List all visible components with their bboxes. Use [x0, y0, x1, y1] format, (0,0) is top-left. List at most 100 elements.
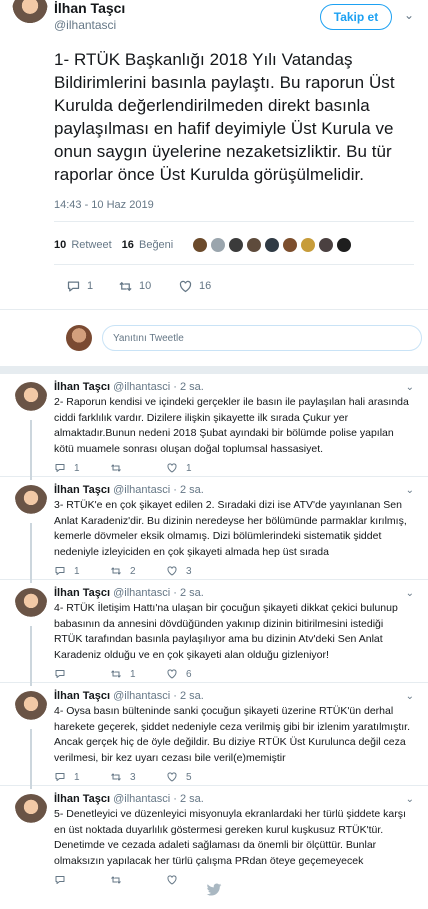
reply-button[interactable]: 1 — [66, 279, 118, 294]
tweet-text: 4- RTÜK İletişim Hattı'na ulaşan bir çoc… — [54, 602, 398, 661]
author-name[interactable]: İlhan Taşcı — [54, 484, 110, 496]
tweet-text: 2- Raporun kendisi ve içindeki gerçekler… — [54, 396, 409, 455]
chevron-down-icon[interactable]: ⌄ — [406, 485, 414, 496]
chevron-down-icon[interactable]: ⌄ — [406, 382, 414, 393]
reply-button[interactable]: 1 — [54, 462, 110, 474]
thread-tweet[interactable]: İlhan Taşcı @ilhantasci · 2 sa. ⌄ 5- Den… — [0, 786, 428, 888]
tweet-text: 4- Oysa basın bülteninde sanki çocuğun ş… — [54, 705, 410, 764]
avatar[interactable] — [14, 794, 48, 828]
retweet-button[interactable]: 1 — [110, 668, 166, 680]
divider — [0, 366, 428, 374]
thread-replies: İlhan Taşcı @ilhantasci · 2 sa. ⌄ 2- Rap… — [0, 374, 428, 888]
avatar[interactable] — [14, 691, 48, 725]
author-handle[interactable]: @ilhantasci — [113, 690, 170, 702]
retweet-button[interactable] — [110, 462, 166, 474]
thread-tweet[interactable]: İlhan Taşcı @ilhantasci · 2 sa. ⌄ 2- Rap… — [0, 374, 428, 480]
retweet-icon — [111, 464, 121, 472]
thread-tweet[interactable]: İlhan Taşcı @ilhantasci · 2 sa. ⌄ 4- RTÜ… — [0, 580, 428, 686]
author-name[interactable]: İlhan Taşcı — [54, 690, 110, 702]
reply-button[interactable]: 1 — [54, 771, 110, 783]
avatar[interactable] — [12, 0, 48, 28]
avatar[interactable] — [265, 238, 280, 252]
main-tweet-actions: 1 10 16 — [66, 271, 428, 301]
like-icon — [167, 463, 177, 473]
author-handle[interactable]: @ilhantasci — [113, 587, 170, 599]
tweet-timestamp[interactable]: 14:43 - 10 Haz 2019 — [54, 199, 428, 211]
avatar[interactable] — [14, 382, 48, 416]
reply-button[interactable]: 1 — [54, 565, 110, 577]
thread-tweet-header: İlhan Taşcı @ilhantasci · 2 sa. — [54, 586, 414, 600]
reply-icon — [55, 773, 65, 781]
follow-button[interactable]: Takip et — [320, 4, 392, 30]
retweet-icon — [119, 281, 132, 291]
like-stat[interactable]: 16 Beğeni — [122, 239, 174, 251]
chevron-down-icon[interactable]: ⌄ — [406, 794, 414, 805]
thread-tweet-header: İlhan Taşcı @ilhantasci · 2 sa. — [54, 380, 414, 394]
divider — [54, 264, 414, 265]
tweet-time[interactable]: 2 sa. — [180, 484, 204, 496]
author-handle[interactable]: @ilhantasci — [113, 381, 170, 393]
avatar[interactable] — [247, 238, 262, 252]
engagement-stats: 10 Retweet 16 Beğeni — [54, 230, 428, 260]
like-icon — [167, 669, 177, 679]
separator: · — [173, 381, 177, 393]
avatar[interactable] — [337, 238, 352, 252]
avatar[interactable] — [229, 238, 244, 252]
tweet-actions: 1 3 5 — [54, 770, 414, 784]
like-icon — [167, 772, 177, 782]
main-tweet-header: İlhan Taşcı @ilhantasci Takip et ⌄ — [0, 0, 428, 40]
separator: · — [173, 690, 177, 702]
retweet-stat[interactable]: 10 Retweet — [54, 239, 112, 251]
like-button[interactable]: 5 — [166, 771, 222, 783]
retweet-button[interactable]: 2 — [110, 565, 166, 577]
separator: · — [173, 793, 177, 805]
reply-icon — [55, 464, 65, 472]
tweet-actions: 1 6 — [54, 667, 414, 681]
reply-icon — [67, 281, 80, 291]
avatar[interactable] — [301, 238, 316, 252]
tweet-time[interactable]: 2 sa. — [180, 793, 204, 805]
avatar[interactable] — [283, 238, 298, 252]
like-button[interactable]: 16 — [178, 279, 230, 294]
avatar[interactable] — [14, 485, 48, 519]
thread-line — [30, 420, 32, 480]
tweet-actions: 1 1 — [54, 461, 414, 475]
chevron-down-icon[interactable]: ⌄ — [406, 588, 414, 599]
avatar[interactable] — [319, 238, 334, 252]
author-handle[interactable]: @ilhantasci — [113, 793, 170, 805]
thread-tweet[interactable]: İlhan Taşcı @ilhantasci · 2 sa. ⌄ 4- Oys… — [0, 683, 428, 789]
author-name[interactable]: İlhan Taşcı — [54, 793, 110, 805]
tweet-text: 3- RTÜK'e en çok şikayet edilen 2. Sırad… — [54, 499, 407, 558]
chevron-down-icon[interactable]: ⌄ — [406, 691, 414, 702]
author-handle[interactable]: @ilhantasci — [113, 484, 170, 496]
avatar[interactable] — [193, 238, 208, 252]
retweet-button[interactable]: 10 — [118, 279, 174, 294]
reply-icon — [55, 670, 65, 678]
author-name[interactable]: İlhan Taşcı — [54, 587, 110, 599]
like-icon — [167, 566, 177, 576]
thread-tweet-header: İlhan Taşcı @ilhantasci · 2 sa. — [54, 483, 414, 497]
avatar[interactable] — [14, 588, 48, 622]
retweet-button[interactable]: 3 — [110, 771, 166, 783]
author-name[interactable]: İlhan Taşcı — [54, 381, 110, 393]
like-button[interactable]: 3 — [166, 565, 222, 577]
like-button[interactable]: 1 — [166, 462, 222, 474]
retweet-icon — [111, 773, 121, 781]
reply-composer: Yanıtını Tweetle — [0, 310, 428, 366]
tweet-time[interactable]: 2 sa. — [180, 587, 204, 599]
tweet-time[interactable]: 2 sa. — [180, 381, 204, 393]
retweet-icon — [111, 670, 121, 678]
reply-input[interactable]: Yanıtını Tweetle — [102, 325, 422, 351]
avatar[interactable] — [211, 238, 226, 252]
separator: · — [173, 587, 177, 599]
tweet-time[interactable]: 2 sa. — [180, 690, 204, 702]
like-button[interactable]: 6 — [166, 668, 222, 680]
thread-tweet[interactable]: İlhan Taşcı @ilhantasci · 2 sa. ⌄ 3- RTÜ… — [0, 477, 428, 583]
avatar[interactable] — [66, 325, 92, 351]
tweet-actions: 1 2 3 — [54, 564, 414, 578]
twitter-bird-icon[interactable] — [206, 883, 222, 897]
reply-button[interactable] — [54, 668, 110, 680]
chevron-down-icon[interactable]: ⌄ — [404, 8, 414, 22]
liker-avatars — [193, 238, 352, 252]
tweet-text: 1- RTÜK Başkanlığı 2018 Yılı Vatandaş Bi… — [54, 50, 395, 184]
